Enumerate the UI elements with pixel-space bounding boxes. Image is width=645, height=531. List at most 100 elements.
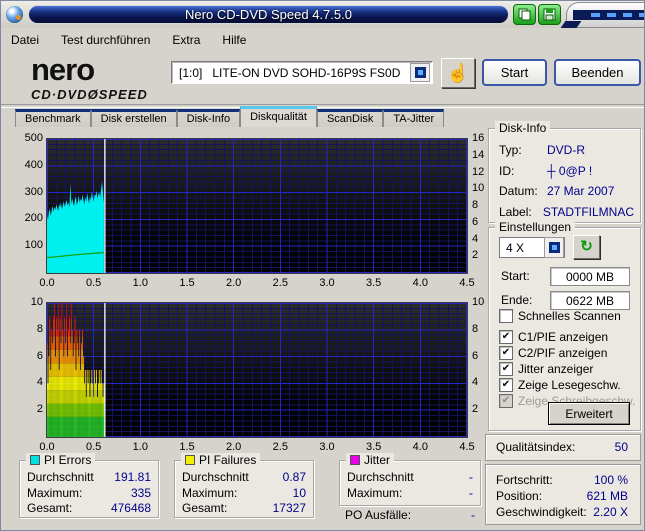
y-tick-label: 10 <box>30 296 43 308</box>
cd-dvd-speed-logo-text: CD·DVDØSPEED <box>31 87 148 102</box>
x-tick-label: 1.5 <box>179 277 195 289</box>
disk-info-row-label: Typ: <box>499 143 522 157</box>
pi-errors-groupbox: PI Errors Durchschnitt 191.81 Maximum: 335 Ge… <box>19 453 159 518</box>
copy-icon <box>518 8 531 21</box>
x-tick-label: 3.5 <box>366 441 382 453</box>
progress-row-label: Position: <box>496 489 543 503</box>
menu-item-datei[interactable]: Datei <box>3 31 47 49</box>
y-tick-label: 300 <box>24 185 43 198</box>
stat-row-label: Durchschnitt <box>27 470 94 484</box>
legend-color-swatch <box>30 455 40 465</box>
progress-panel: Fortschritt: 100 % Position: 621 MB Geschwin… <box>485 464 641 525</box>
quit-button[interactable]: Beenden <box>554 59 641 86</box>
speed-select-dropdown-button[interactable] <box>544 237 564 258</box>
stat-row-value: 335 <box>130 485 151 500</box>
x-tick-label: 1.0 <box>132 277 148 289</box>
refresh-button[interactable]: ↻ <box>573 235 600 259</box>
checkbox-jitter-anzeiger[interactable]: ✔ Jitter anzeiger <box>499 361 636 376</box>
disk-info-row-label: ID: <box>499 163 515 178</box>
dropdown-icon <box>414 67 426 78</box>
x-tick-label: 4.0 <box>412 441 428 453</box>
stat-group-title-text: Jitter <box>364 453 391 467</box>
copy-button[interactable] <box>513 4 536 25</box>
tab-scandisk[interactable]: ScanDisk <box>316 109 384 127</box>
x-tick-label: 2.5 <box>272 277 288 289</box>
po-failures-value: - <box>471 508 475 522</box>
stat-row-value: - <box>469 485 473 500</box>
disk-info-row-value: DVD-R <box>547 143 585 157</box>
stat-row-value: - <box>469 470 473 484</box>
y-tick-label: 4 <box>36 376 43 389</box>
end-field-label: Ende: <box>501 293 533 307</box>
stat-row: Gesamt: 476468 <box>27 501 151 517</box>
stat-row-label: Gesamt: <box>27 501 73 515</box>
stat-row: Gesamt: 17327 <box>182 501 306 517</box>
tab-ta-jitter[interactable]: TA-Jitter <box>383 109 445 127</box>
checkbox-c1-pie-anzeigen[interactable]: ✔ C1/PIE anzeigen <box>499 329 636 344</box>
pi-failures-y-axis: 10 8 6 4 2 <box>13 296 43 437</box>
x-tick-label: 0.0 <box>39 277 55 289</box>
checkbox-box[interactable]: ✔ <box>499 361 513 376</box>
tab-benchmark[interactable]: Benchmark <box>15 109 91 127</box>
stat-row-value: 476468 <box>110 501 151 515</box>
checkbox-c2-pif-anzeigen[interactable]: ✔ C2/PIF anzeigen <box>499 345 636 360</box>
titlebar-decoration <box>560 1 644 28</box>
checkbox-box[interactable]: ✔ <box>499 345 513 360</box>
checkbox-box[interactable]: ✔ <box>499 329 513 344</box>
stat-group-title-text: PI Errors <box>44 453 92 467</box>
pi-failures-chart <box>47 303 467 437</box>
jitter-groupbox: Jitter Durchschnitt - Maximum: - <box>339 453 481 506</box>
advanced-button[interactable]: Erweitert <box>548 402 630 425</box>
stat-row: Durchschnitt 0.87 <box>182 470 306 486</box>
stat-row-label: Gesamt: <box>182 501 228 515</box>
checkbox-box[interactable]: ✔ <box>499 377 513 392</box>
pi-errors-x-axis: 0.0 0.5 1.0 1.5 2.0 2.5 3.0 3.5 4.0 4.5 <box>39 277 477 291</box>
x-tick-label: 3.5 <box>366 277 382 289</box>
x-tick-label: 3.0 <box>319 277 335 289</box>
checkbox-zeige-lesegeschw-[interactable]: ✔ Zeige Lesegeschw. <box>499 377 636 392</box>
stat-row-label: Durchschnitt <box>347 470 414 484</box>
stat-group-title: Jitter <box>346 453 395 467</box>
quality-index-label: Qualitätsindex: <box>496 440 576 454</box>
stat-row: Durchschnitt - <box>347 470 473 486</box>
refresh-arrows-icon: ↻ <box>580 238 593 255</box>
speed-select[interactable]: 4 X <box>499 237 565 258</box>
tab-disk-erstellen[interactable]: Disk erstellen <box>90 109 177 127</box>
start-field-label: Start: <box>501 269 530 283</box>
end-field[interactable]: 0622 MB <box>550 290 630 310</box>
stat-row-label: Durchschnitt <box>182 470 249 484</box>
settings-groupbox: Einstellungen 4 X ↻ Start: 0000 MB Ende:… <box>488 220 641 431</box>
x-tick-label: 2.0 <box>226 277 242 289</box>
menu-item-extra[interactable]: Extra <box>164 31 208 49</box>
start-field[interactable]: 0000 MB <box>550 266 630 286</box>
tab-disk-info[interactable]: Disk-Info <box>176 109 241 127</box>
drive-select[interactable]: [1:0] LITE-ON DVD SOHD-16P9S FS0D <box>171 61 433 84</box>
stat-row: Maximum: 335 <box>27 486 151 502</box>
tab-diskqualit-t[interactable]: Diskqualität <box>240 106 317 127</box>
stat-row-value: 17327 <box>272 501 306 515</box>
y-tick-label: 8 <box>36 322 43 335</box>
progress-row: Fortschritt: 100 % <box>496 472 628 488</box>
nero-logo: nero CD·DVDØSPEED <box>31 54 148 101</box>
x-tick-label: 1.5 <box>179 441 195 453</box>
menu-item-hilfe[interactable]: Hilfe <box>214 31 254 49</box>
legend-color-swatch <box>185 455 195 465</box>
y-tick-label: 200 <box>24 212 43 225</box>
start-button[interactable]: Start <box>482 59 547 86</box>
disk-info-row: Datum: 27 Mar 2007 <box>499 181 634 202</box>
x-tick-label: 1.0 <box>132 441 148 453</box>
x-tick-label: 4.5 <box>459 277 475 289</box>
drive-select-dropdown-button[interactable] <box>410 63 430 82</box>
x-tick-label: 2.0 <box>226 441 242 453</box>
checkbox-box[interactable] <box>499 308 513 323</box>
x-tick-label: 0.5 <box>86 441 102 453</box>
stat-row-label: Maximum: <box>182 485 238 500</box>
progress-row: Position: 621 MB <box>496 488 628 504</box>
save-button[interactable] <box>538 4 561 25</box>
menu-item-test-durchf-hren[interactable]: Test durchführen <box>53 31 158 49</box>
pi-failures-x-axis: 0.0 0.5 1.0 1.5 2.0 2.5 3.0 3.5 4.0 4.5 <box>39 441 477 455</box>
checkbox-label: Zeige Lesegeschw. <box>518 377 621 392</box>
checkbox-schnelles-scannen[interactable]: Schnelles Scannen <box>499 308 636 323</box>
eject-button[interactable]: ☝ <box>441 58 475 88</box>
stat-row-value: 10 <box>292 485 306 500</box>
